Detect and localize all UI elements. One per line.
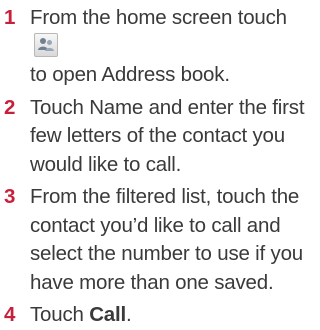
step-text: Touch Name and enter the first few lette… — [30, 95, 305, 176]
step-3: 3 From the filtered list, touch the cont… — [0, 183, 308, 297]
step-text-part: to open Address book. — [30, 63, 230, 86]
step-text: From the filtered list, touch the contac… — [30, 185, 303, 294]
step-text: From the home screen touch to open Addre… — [30, 6, 287, 86]
step-number: 3 — [4, 185, 16, 208]
step-2: 2 Touch Name and enter the first few let… — [0, 94, 308, 180]
step-4: 4 Touch Call. — [0, 301, 308, 330]
step-number: 4 — [4, 303, 16, 326]
step-text-part: Touch — [30, 303, 90, 326]
step-text-part: . — [126, 303, 132, 326]
step-text: Touch Call. — [30, 303, 132, 326]
step-number: 1 — [4, 6, 16, 29]
contacts-icon — [34, 32, 58, 57]
call-keyword: Call — [89, 303, 126, 326]
step-1: 1 From the home screen touch to open Add… — [0, 4, 308, 90]
instruction-steps: 1 From the home screen touch to open Add… — [0, 4, 308, 330]
step-text-part: From the home screen touch — [30, 6, 287, 29]
step-number: 2 — [4, 95, 16, 119]
